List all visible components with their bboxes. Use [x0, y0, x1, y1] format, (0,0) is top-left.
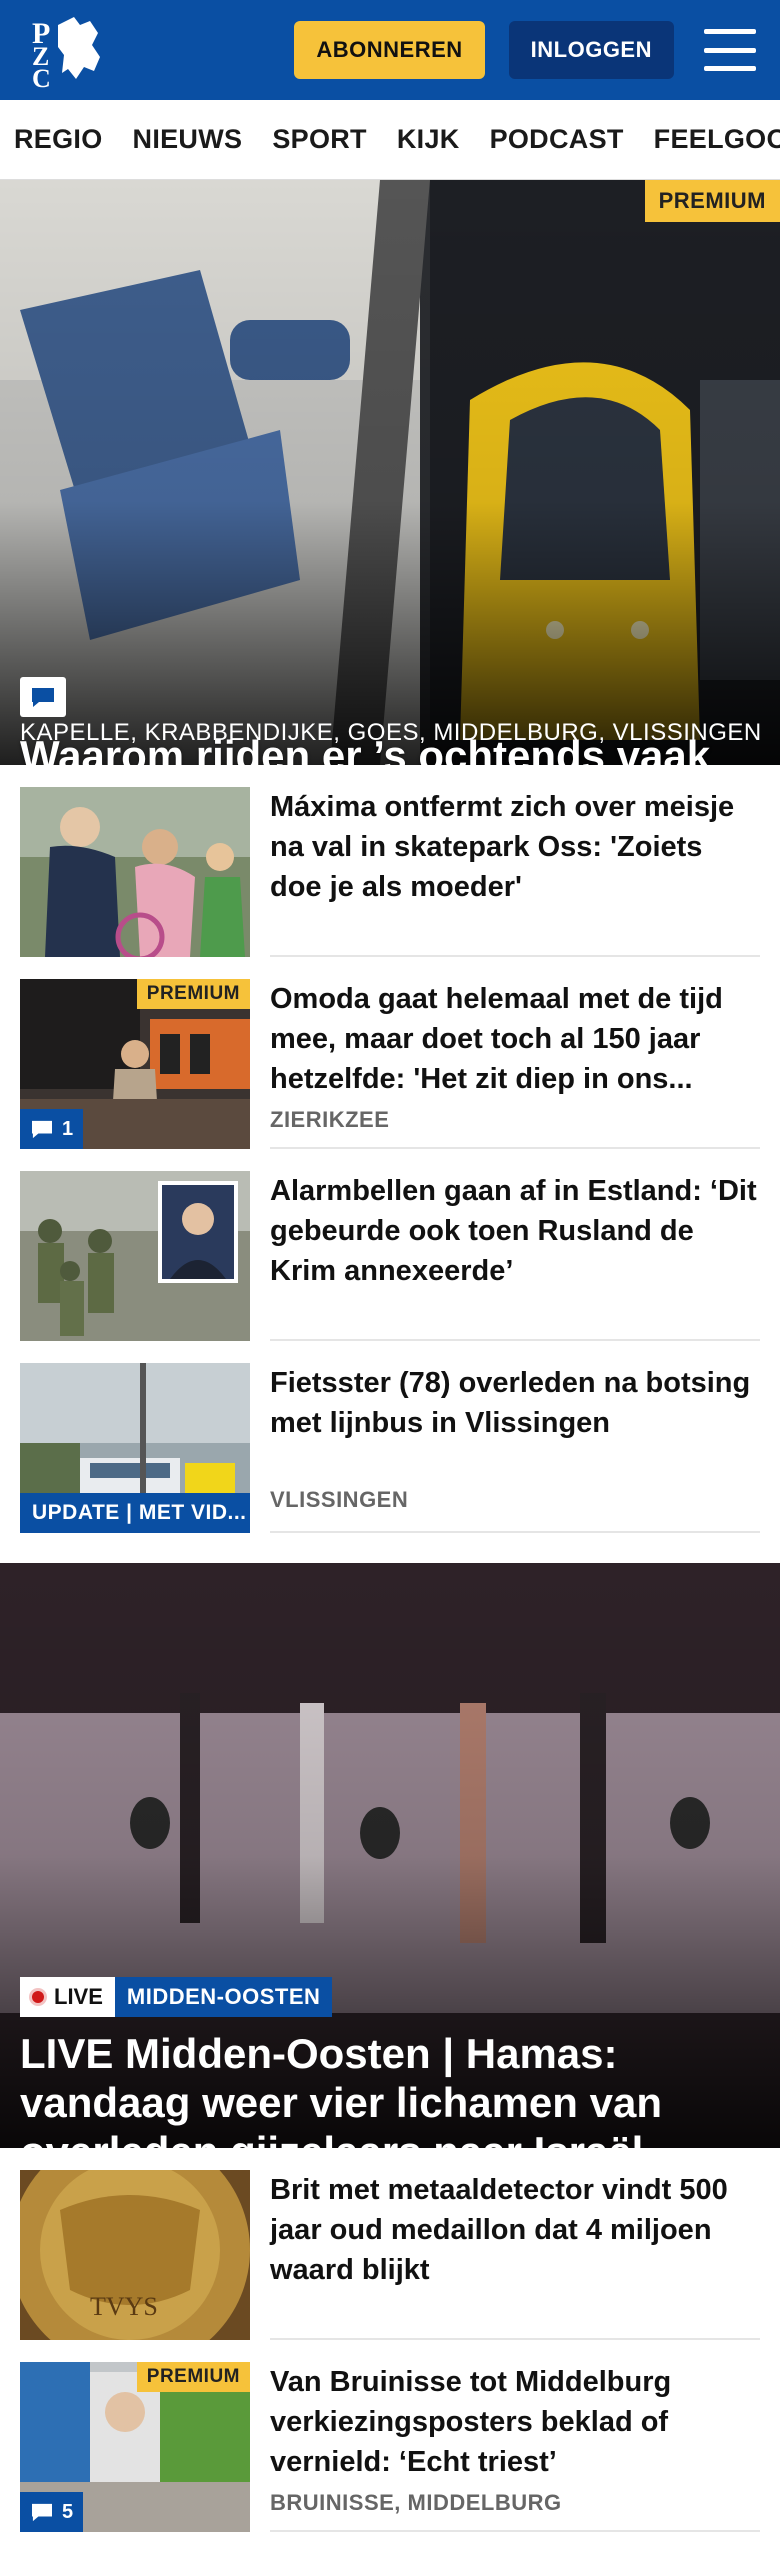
nav-item-podcast[interactable]: PODCAST — [490, 124, 624, 155]
site-logo[interactable]: P Z C — [28, 11, 108, 89]
svg-text:TVYS: TVYS — [90, 2292, 158, 2321]
article-title: Fietsster (78) overleden na botsing met … — [270, 1367, 751, 1439]
list-item[interactable]: Alarmbellen gaan af in Estland: ‘Dit geb… — [0, 1171, 780, 1363]
article-thumbnail: TVYS — [20, 2170, 250, 2340]
article-thumbnail: PREMIUM 1 — [20, 979, 250, 1149]
logo-icon: P Z C — [32, 17, 100, 89]
category-badge: MIDDEN-OOSTEN — [114, 1977, 333, 2017]
nav-item-regio[interactable]: REGIO — [14, 124, 103, 155]
list-item[interactable]: PREMIUM 1 Omoda gaat helemaal met de tij… — [0, 979, 780, 1171]
comment-count: 5 — [20, 2492, 84, 2532]
premium-badge: PREMIUM — [136, 2362, 250, 2392]
nav-item-nieuws[interactable]: NIEUWS — [133, 124, 243, 155]
comment-icon — [32, 2503, 52, 2522]
update-badge: UPDATE | MET VID... — [20, 1493, 250, 1533]
article-thumbnail: PREMIUM 5 — [20, 2362, 250, 2532]
article-thumbnail — [20, 787, 250, 957]
section-nav: REGIO NIEUWS SPORT KIJK PODCAST FEELGOOD… — [0, 100, 780, 180]
list-item[interactable]: UPDATE | MET VID... Fietsster (78) overl… — [0, 1363, 780, 1555]
article-location: BRUINISSE, MIDDELBURG — [270, 2490, 562, 2515]
hero-article[interactable]: PREMIUM Waarom rijden er ’s ochtends vaa… — [0, 180, 780, 765]
hero-image — [0, 180, 780, 765]
article-location: ZIERIKZEE — [270, 1107, 390, 1132]
premium-badge: PREMIUM — [136, 979, 250, 1009]
list-item[interactable]: Máxima ontfermt zich over meisje na val … — [0, 765, 780, 979]
live-dot-icon — [32, 1991, 44, 2003]
subscribe-button[interactable]: ABONNEREN — [294, 21, 485, 79]
article-thumbnail: UPDATE | MET VID... — [20, 1363, 250, 1533]
article-list: Máxima ontfermt zich over meisje na val … — [0, 765, 780, 1555]
article-title: Omoda gaat helemaal met de tijd mee, maa… — [270, 983, 723, 1095]
comment-count: 1 — [20, 1109, 84, 1149]
premium-badge: PREMIUM — [644, 180, 780, 222]
nav-item-kijk[interactable]: KIJK — [397, 124, 460, 155]
list-item[interactable]: PREMIUM 5 Van Bruinisse tot Middelburg v… — [0, 2362, 780, 2554]
article-location: VLISSINGEN — [270, 1487, 409, 1512]
login-button[interactable]: INLOGGEN — [508, 21, 674, 79]
comment-icon — [32, 1120, 52, 1139]
hero-locations: KAPELLE, KRABBENDIJKE, GOES, MIDDELBURG,… — [20, 719, 762, 746]
comment-icon — [20, 677, 66, 717]
live-badge: LIVE — [20, 1977, 115, 2017]
article-title: Máxima ontfermt zich over meisje na val … — [270, 791, 735, 903]
live-article[interactable]: LIVE MIDDEN-OOSTEN LIVE Midden-Oosten | … — [0, 1563, 780, 2148]
live-badges: LIVE MIDDEN-OOSTEN — [20, 1977, 333, 2017]
article-title: Alarmbellen gaan af in Estland: ‘Dit geb… — [270, 1175, 757, 1287]
article-title: Brit met metaaldetector vindt 500 jaar o… — [270, 2174, 728, 2286]
live-title: LIVE Midden-Oosten | Hamas: vandaag weer… — [20, 2030, 662, 2148]
article-title: Van Bruinisse tot Middelburg verkiezings… — [270, 2366, 672, 2478]
nav-item-sport[interactable]: SPORT — [272, 124, 367, 155]
nav-item-feelgood[interactable]: FEELGOOD — [654, 124, 780, 155]
article-thumbnail — [20, 1171, 250, 1341]
article-list-2: TVYS Brit met metaaldetector vindt 500 j… — [0, 2148, 780, 2554]
menu-icon[interactable] — [704, 29, 756, 71]
list-item[interactable]: TVYS Brit met metaaldetector vindt 500 j… — [0, 2148, 780, 2362]
site-header: P Z C ABONNEREN INLOGGEN — [0, 0, 780, 100]
svg-text:C: C — [32, 64, 51, 89]
